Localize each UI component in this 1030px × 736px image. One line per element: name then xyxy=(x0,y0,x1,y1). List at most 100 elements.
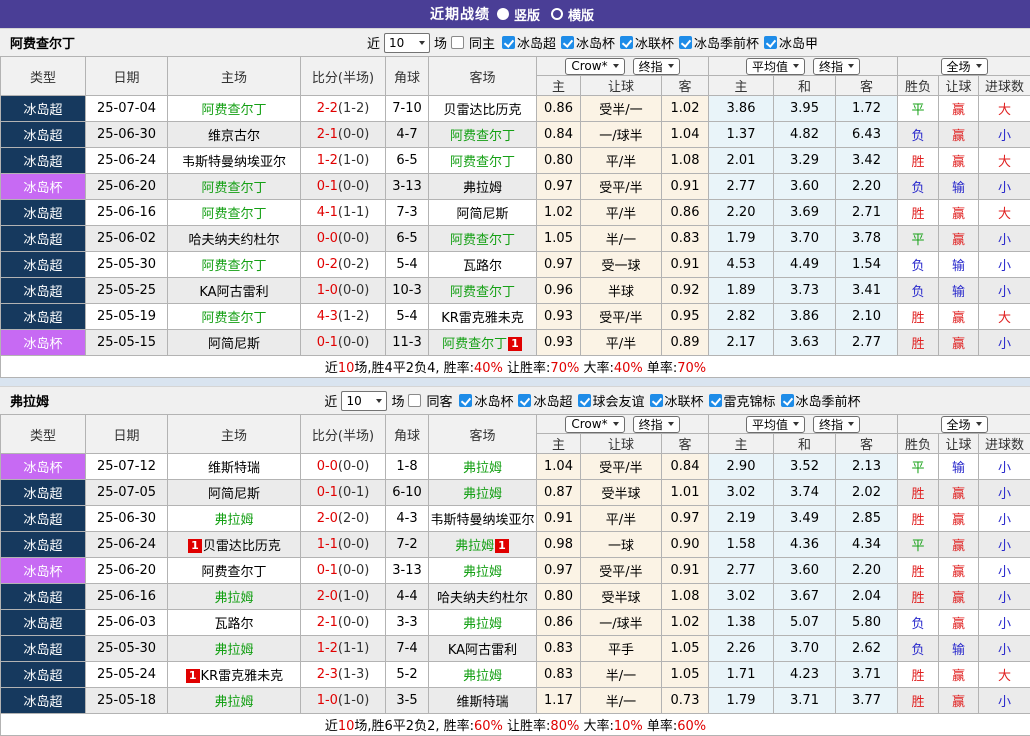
radio-horizontal-layout[interactable] xyxy=(551,8,563,20)
handicap-cell: 受一球 xyxy=(581,252,662,278)
league-checkbox[interactable] xyxy=(650,394,663,407)
scope-select[interactable]: 全场 xyxy=(941,58,988,75)
final-odds-select[interactable]: 终指 xyxy=(633,416,680,433)
crow-home-odds-cell: 1.05 xyxy=(537,226,581,252)
crow-away-odds-cell: 1.08 xyxy=(662,148,709,174)
league-checkbox[interactable] xyxy=(709,394,722,407)
same-home-checkbox[interactable] xyxy=(451,36,464,49)
result-cell: 负 xyxy=(898,636,939,662)
home-team-cell: 1KR雷克雅未克 xyxy=(168,662,301,688)
away-team-name: 维斯特瑞 xyxy=(456,695,508,710)
halftime-score: (0-0) xyxy=(338,459,369,474)
league-checkbox[interactable] xyxy=(561,36,574,49)
date-cell: 25-07-05 xyxy=(86,480,168,506)
avg-draw-odds-cell: 3.69 xyxy=(774,200,836,226)
scope-select[interactable]: 全场 xyxy=(941,416,988,433)
away-team-name: 阿费查尔丁 xyxy=(450,155,515,170)
league-checkbox[interactable] xyxy=(781,394,794,407)
league-checkbox[interactable] xyxy=(459,394,472,407)
home-team-cell: KA阿古雷利 xyxy=(168,278,301,304)
result-cell: 胜 xyxy=(898,688,939,714)
match-count-select[interactable]: 10 xyxy=(384,33,430,53)
summary-text: 60% xyxy=(474,719,503,734)
score-cell: 2-1(0-0) xyxy=(301,610,386,636)
league-checkbox[interactable] xyxy=(679,36,692,49)
average-odds-select[interactable]: 平均值 xyxy=(746,58,805,75)
date-cell: 25-06-20 xyxy=(86,174,168,200)
away-team-name: 弗拉姆 xyxy=(463,565,502,580)
col-subheader-crow-home: 主 xyxy=(537,76,581,96)
home-team-name: 哈夫纳夫约杜尔 xyxy=(188,233,279,248)
match-count-select[interactable]: 10 xyxy=(341,391,387,411)
date-cell: 25-05-25 xyxy=(86,278,168,304)
avg-away-odds-cell: 2.62 xyxy=(836,636,898,662)
final-odds-select[interactable]: 终指 xyxy=(633,58,680,75)
home-team-cell: 阿费查尔丁 xyxy=(168,96,301,122)
select-value: 平均值 xyxy=(752,416,788,433)
same-away-checkbox[interactable] xyxy=(408,394,421,407)
away-team-cell: KA阿古雷利 xyxy=(429,636,537,662)
date-cell: 25-06-24 xyxy=(86,148,168,174)
league-label: 雷克锦标 xyxy=(724,391,776,410)
summary-text: 单率: xyxy=(643,719,678,734)
corner-cell: 5-2 xyxy=(386,662,429,688)
home-team-name: 瓦路尔 xyxy=(214,617,253,632)
halftime-score: (0-0) xyxy=(338,127,369,142)
col-subheader-handicap-result: 让球 xyxy=(939,434,979,454)
radio-vertical-layout[interactable] xyxy=(497,8,509,20)
avg-away-odds-cell: 1.54 xyxy=(836,252,898,278)
final-odds-select-2[interactable]: 终指 xyxy=(813,416,860,433)
halftime-score: (0-0) xyxy=(338,615,369,630)
away-team-cell: 弗拉姆 xyxy=(429,662,537,688)
corner-cell: 3-5 xyxy=(386,688,429,714)
radio-vertical-label: 竖版 xyxy=(514,5,540,24)
chevron-down-icon xyxy=(613,422,619,426)
handicap-result-cell: 输 xyxy=(939,174,979,200)
avg-draw-odds-cell: 3.60 xyxy=(774,174,836,200)
summary-text: 让胜率: xyxy=(503,719,551,734)
goals-result-cell: 大 xyxy=(979,96,1030,122)
league-checkbox[interactable] xyxy=(578,394,591,407)
fulltime-score: 0-1 xyxy=(317,485,338,500)
away-team-cell: 维斯特瑞 xyxy=(429,688,537,714)
results-table: 类型日期主场比分(半场)角球客场Crow*终指平均值终指全场主让球客主和客胜负让… xyxy=(0,414,1030,736)
league-type-cell: 冰岛超 xyxy=(1,122,86,148)
avg-draw-odds-cell: 3.70 xyxy=(774,226,836,252)
handicap-result-cell: 输 xyxy=(939,278,979,304)
league-checkbox[interactable] xyxy=(620,36,633,49)
home-team-cell: 瓦路尔 xyxy=(168,610,301,636)
score-cell: 0-1(0-0) xyxy=(301,558,386,584)
handicap-cell: 受半球 xyxy=(581,480,662,506)
final-odds-select-2[interactable]: 终指 xyxy=(813,58,860,75)
match-row: 冰岛杯25-05-15阿简尼斯0-1(0-0)11-3阿费查尔丁10.93平/半… xyxy=(1,330,1030,356)
fulltime-score: 1-2 xyxy=(317,153,338,168)
home-team-cell: 维京古尔 xyxy=(168,122,301,148)
match-row: 冰岛超25-06-16弗拉姆2-0(1-0)4-4哈夫纳夫约杜尔0.80受半球1… xyxy=(1,584,1030,610)
away-team-cell: 弗拉姆 xyxy=(429,454,537,480)
odds-source-select[interactable]: Crow* xyxy=(565,416,624,433)
score-cell: 0-1(0-0) xyxy=(301,174,386,200)
odds-source-select[interactable]: Crow* xyxy=(565,58,624,75)
league-checkbox[interactable] xyxy=(764,36,777,49)
corner-cell: 3-13 xyxy=(386,558,429,584)
handicap-result-cell: 输 xyxy=(939,454,979,480)
handicap-result-cell: 赢 xyxy=(939,330,979,356)
avg-draw-odds-cell: 3.29 xyxy=(774,148,836,174)
crow-away-odds-cell: 0.92 xyxy=(662,278,709,304)
average-odds-select[interactable]: 平均值 xyxy=(746,416,805,433)
avg-home-odds-cell: 4.53 xyxy=(709,252,774,278)
away-team-cell: 阿费查尔丁 xyxy=(429,122,537,148)
home-team-name: 维斯特瑞 xyxy=(208,461,260,476)
away-team-name: 阿简尼斯 xyxy=(456,207,508,222)
league-label: 冰岛季前杯 xyxy=(796,391,861,410)
col-header-away: 客场 xyxy=(429,415,537,454)
date-cell: 25-06-03 xyxy=(86,610,168,636)
league-checkbox[interactable] xyxy=(518,394,531,407)
league-checkbox[interactable] xyxy=(502,36,515,49)
away-team-name: KR雷克雅未克 xyxy=(441,311,524,326)
sections-container: 阿费查尔丁近10场同主冰岛超冰岛杯冰联杯冰岛季前杯冰岛甲类型日期主场比分(半场)… xyxy=(0,28,1030,736)
halftime-score: (1-0) xyxy=(338,153,369,168)
league-type-cell: 冰岛杯 xyxy=(1,330,86,356)
match-count-value: 10 xyxy=(389,36,404,50)
avg-away-odds-cell: 2.77 xyxy=(836,330,898,356)
